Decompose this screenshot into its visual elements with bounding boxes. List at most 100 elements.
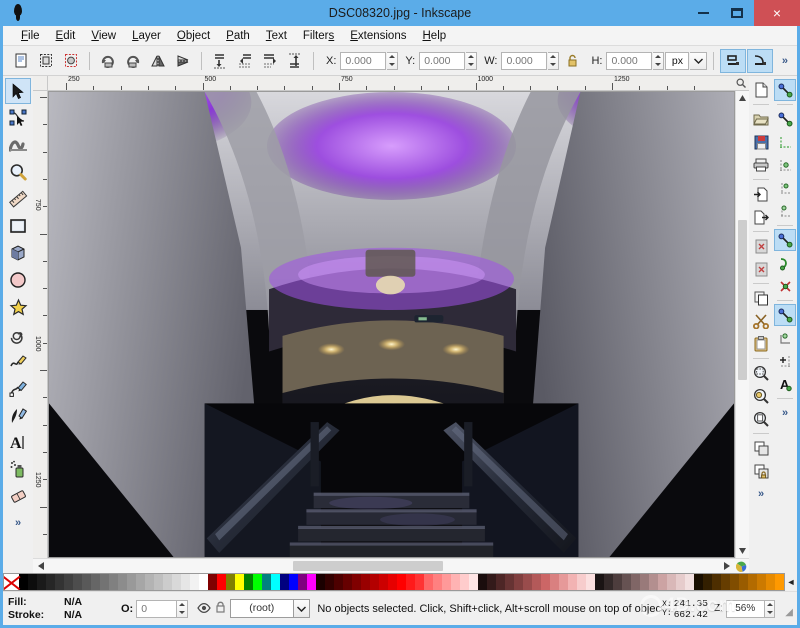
- palette-swatch[interactable]: [631, 574, 640, 590]
- scroll-right-arrow-icon[interactable]: [719, 559, 734, 573]
- palette-swatch[interactable]: [244, 574, 253, 590]
- palette-swatch[interactable]: [559, 574, 568, 590]
- menu-item-edit[interactable]: Edit: [48, 26, 84, 46]
- w-spinner[interactable]: [548, 51, 560, 70]
- palette-swatch[interactable]: [352, 574, 361, 590]
- opacity-spinner[interactable]: [177, 599, 188, 618]
- palette-swatch[interactable]: [154, 574, 163, 590]
- horizontal-ruler[interactable]: 250 500 750 1000 1250: [48, 76, 733, 91]
- palette-swatch[interactable]: [28, 574, 37, 590]
- unit-select-value[interactable]: px: [665, 51, 690, 70]
- rotate-90-cw-icon[interactable]: [121, 49, 145, 73]
- snap-bbox-corner-icon[interactable]: [774, 154, 796, 176]
- scroll-up-arrow-icon[interactable]: [736, 91, 749, 105]
- raise-to-top-icon[interactable]: [208, 49, 232, 73]
- palette-swatch[interactable]: [424, 574, 433, 590]
- palette-swatch[interactable]: [721, 574, 730, 590]
- zoom-spinner[interactable]: [764, 599, 776, 618]
- canvas-zoom-corner-magnifier-icon[interactable]: [733, 76, 749, 91]
- snap-midpoint-icon[interactable]: [774, 350, 796, 372]
- palette-swatch[interactable]: [667, 574, 676, 590]
- palette-swatch[interactable]: [775, 574, 784, 590]
- palette-swatch[interactable]: [442, 574, 451, 590]
- print-icon[interactable]: [750, 154, 772, 176]
- palette-swatch[interactable]: [748, 574, 757, 590]
- palette-swatch[interactable]: [91, 574, 100, 590]
- measure-tool[interactable]: [5, 186, 31, 212]
- open-document-icon[interactable]: [750, 108, 772, 130]
- snap-smooth-node-icon[interactable]: [774, 327, 796, 349]
- menu-item-layer[interactable]: Layer: [124, 26, 169, 46]
- horizontal-scroll-thumb[interactable]: [293, 561, 443, 571]
- layer-select-value[interactable]: (root): [229, 599, 294, 618]
- rotate-90-ccw-icon[interactable]: [96, 49, 120, 73]
- w-field[interactable]: 0.000: [501, 51, 548, 70]
- lower-to-bottom-icon[interactable]: [283, 49, 307, 73]
- palette-swatch[interactable]: [730, 574, 739, 590]
- palette-swatch[interactable]: [658, 574, 667, 590]
- snap-bbox-edge-icon[interactable]: [774, 131, 796, 153]
- menu-item-help[interactable]: Help: [414, 26, 454, 46]
- snap-path-intersection-icon[interactable]: [774, 275, 796, 297]
- vertical-scrollbar[interactable]: [735, 91, 749, 558]
- flip-vertical-icon[interactable]: [171, 49, 195, 73]
- scroll-down-arrow-icon[interactable]: [736, 544, 749, 558]
- palette-swatch[interactable]: [613, 574, 622, 590]
- box3d-tool[interactable]: [5, 240, 31, 266]
- palette-swatch[interactable]: [685, 574, 694, 590]
- spray-tool[interactable]: [5, 456, 31, 482]
- select-all-in-layers-icon[interactable]: [34, 49, 58, 73]
- cut-scissors-icon[interactable]: [750, 310, 772, 332]
- snap-text-baseline-icon[interactable]: A: [774, 373, 796, 395]
- snap-nodes-icon[interactable]: [774, 229, 796, 251]
- h-spinner[interactable]: [653, 51, 665, 70]
- rectangle-tool[interactable]: [5, 213, 31, 239]
- palette-swatch[interactable]: [226, 574, 235, 590]
- vertical-ruler[interactable]: 750 1000 1250: [33, 91, 48, 558]
- palette-swatch[interactable]: [181, 574, 190, 590]
- text-tool[interactable]: A: [5, 429, 31, 455]
- palette-swatch[interactable]: [478, 574, 487, 590]
- palette-swatch[interactable]: [235, 574, 244, 590]
- unit-dropdown-chevron-down-icon[interactable]: [690, 51, 708, 70]
- palette-swatch[interactable]: [127, 574, 136, 590]
- node-tool[interactable]: [5, 105, 31, 131]
- palette-swatch[interactable]: [406, 574, 415, 590]
- eye-icon[interactable]: [196, 600, 211, 618]
- palette-swatch[interactable]: [604, 574, 613, 590]
- opacity-input[interactable]: 0: [136, 599, 178, 618]
- spiral-tool[interactable]: [5, 321, 31, 347]
- snap-node-cusp-icon[interactable]: [774, 304, 796, 326]
- snap-bbox-center-icon[interactable]: [774, 200, 796, 222]
- palette-swatch[interactable]: [37, 574, 46, 590]
- palette-swatch[interactable]: [217, 574, 226, 590]
- palette-swatch[interactable]: [622, 574, 631, 590]
- palette-swatch[interactable]: [46, 574, 55, 590]
- deselect-icon[interactable]: [59, 49, 83, 73]
- menu-item-view[interactable]: View: [83, 26, 124, 46]
- group-lock-icon[interactable]: [750, 460, 772, 482]
- palette-swatch[interactable]: [109, 574, 118, 590]
- palette-swatch[interactable]: [208, 574, 217, 590]
- palette-swatch[interactable]: [586, 574, 595, 590]
- palette-swatch[interactable]: [505, 574, 514, 590]
- commandbar-overflow-chevron-icon[interactable]: »: [782, 55, 788, 67]
- palette-swatch[interactable]: [550, 574, 559, 590]
- canvas-photo[interactable]: [48, 91, 735, 558]
- h-field[interactable]: 0.000: [606, 51, 653, 70]
- import-icon[interactable]: [750, 183, 772, 205]
- palette-swatch[interactable]: [370, 574, 379, 590]
- paste-clipboard-icon[interactable]: [750, 333, 772, 355]
- affect-rounded-corners-toggle[interactable]: [747, 48, 774, 73]
- palette-swatch[interactable]: [280, 574, 289, 590]
- copy-icon[interactable]: [750, 287, 772, 309]
- raise-icon[interactable]: [233, 49, 257, 73]
- color-palette[interactable]: [3, 573, 785, 591]
- calligraphy-tool[interactable]: [5, 402, 31, 428]
- lower-icon[interactable]: [258, 49, 282, 73]
- palette-swatch[interactable]: [415, 574, 424, 590]
- layer-chevron-down-icon[interactable]: [293, 599, 311, 618]
- export-icon[interactable]: [750, 206, 772, 228]
- palette-swatch[interactable]: [64, 574, 73, 590]
- palette-swatch[interactable]: [199, 574, 208, 590]
